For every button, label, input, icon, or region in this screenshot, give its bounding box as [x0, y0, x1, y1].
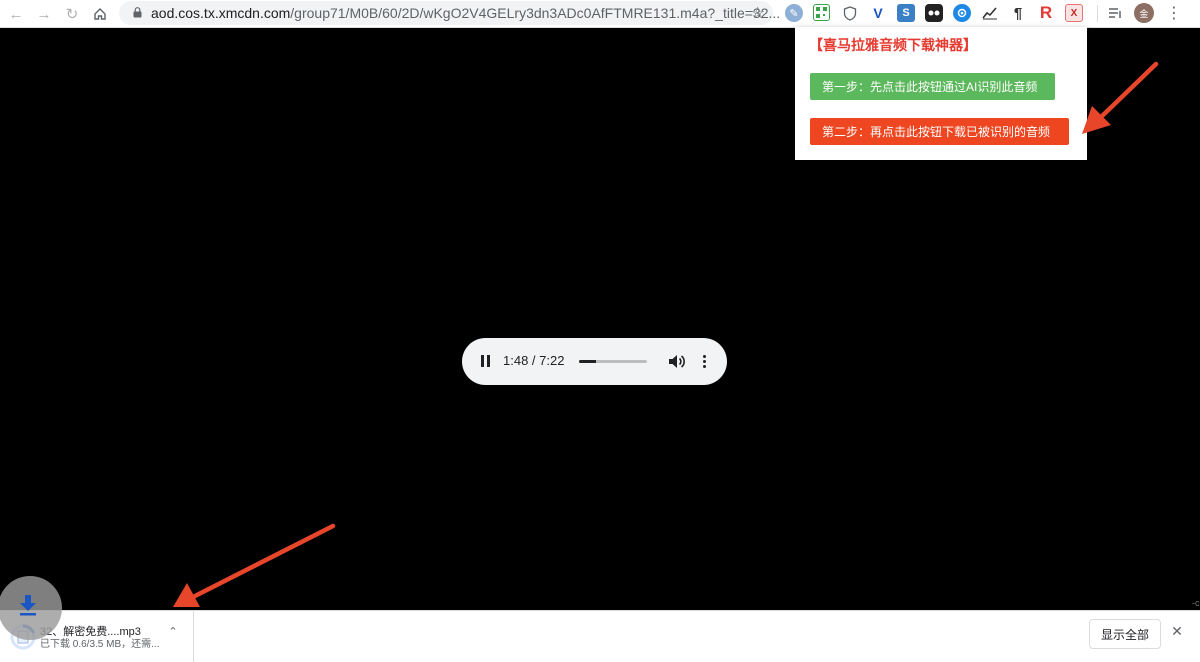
download-arrow-icon: [20, 595, 36, 616]
extension-tampermonkey-icon[interactable]: [925, 4, 943, 22]
toolbar-separator: [1097, 5, 1098, 22]
browser-toolbar: ← → ↻ aod.cos.tx.xmcdn.com/group71/M0B/6…: [0, 0, 1200, 28]
volume-icon[interactable]: [668, 353, 686, 370]
annotation-arrow-download: [173, 523, 336, 607]
download-shelf: 32、解密免费....mp3 已下载 0.6/3.5 MB，还需... ⌃ 显示…: [0, 610, 1200, 662]
extension-feather-icon[interactable]: ✎: [785, 4, 803, 22]
extension-popup: 【喜马拉雅音频下载神器】 第一步：先点击此按钮通过AI识别此音频 第二步：再点击…: [795, 27, 1087, 160]
reload-icon[interactable]: ↻: [62, 4, 82, 24]
pause-icon[interactable]: [481, 355, 491, 367]
show-all-button[interactable]: 显示全部: [1089, 619, 1161, 649]
chevron-up-icon[interactable]: ⌃: [167, 625, 179, 638]
browser-menu-icon[interactable]: ⋮: [1164, 3, 1184, 23]
audio-player: 1:48 / 7:22: [462, 338, 727, 385]
right-edge-text: -c: [1192, 598, 1200, 608]
popup-title: 【喜马拉雅音频下载神器】: [809, 37, 977, 53]
annotation-arrow-popup: [1082, 61, 1159, 134]
url-path: /group71/M0B/60/2D/wKgO2V4GELry3dn3ADc0A…: [290, 5, 781, 21]
extension-s-icon[interactable]: S: [897, 4, 915, 22]
extension-r-icon[interactable]: R: [1037, 3, 1055, 22]
bookmark-star-icon[interactable]: ☆: [751, 3, 765, 23]
url-text: aod.cos.tx.xmcdn.com/group71/M0B/60/2D/w…: [151, 5, 780, 21]
extension-v-icon[interactable]: V: [869, 4, 887, 22]
forward-arrow-icon[interactable]: →: [34, 4, 54, 24]
avatar-text: 金: [1139, 8, 1149, 19]
extension-qr-icon[interactable]: [813, 4, 830, 21]
address-bar[interactable]: aod.cos.tx.xmcdn.com/group71/M0B/60/2D/w…: [119, 1, 780, 25]
home-icon[interactable]: [90, 4, 110, 24]
reading-list-icon[interactable]: [1106, 4, 1124, 22]
download-bubble[interactable]: [0, 576, 62, 640]
time-display: 1:48 / 7:22: [503, 353, 565, 368]
step2-download-button[interactable]: 第二步：再点击此按钮下载已被识别的音频: [810, 118, 1069, 145]
extension-target-icon[interactable]: [953, 4, 971, 22]
step1-identify-button[interactable]: 第一步：先点击此按钮通过AI识别此音频: [810, 73, 1055, 100]
back-arrow-icon[interactable]: ←: [6, 4, 26, 24]
lock-icon: [133, 7, 142, 18]
profile-avatar[interactable]: 金: [1134, 3, 1154, 23]
download-status: 已下载 0.6/3.5 MB，还需...: [40, 639, 160, 650]
extension-shield-icon[interactable]: [841, 4, 859, 22]
url-host: aod.cos.tx.xmcdn.com: [151, 5, 291, 21]
seek-bar[interactable]: [579, 360, 647, 363]
extension-chart-icon[interactable]: [981, 4, 999, 22]
seek-bar-fill: [579, 360, 596, 363]
extension-ximalaya-icon[interactable]: X: [1065, 4, 1083, 22]
close-icon[interactable]: ✕: [1169, 623, 1185, 639]
player-options-icon[interactable]: [703, 354, 707, 370]
extension-pilcrow-icon[interactable]: ¶: [1009, 4, 1027, 22]
